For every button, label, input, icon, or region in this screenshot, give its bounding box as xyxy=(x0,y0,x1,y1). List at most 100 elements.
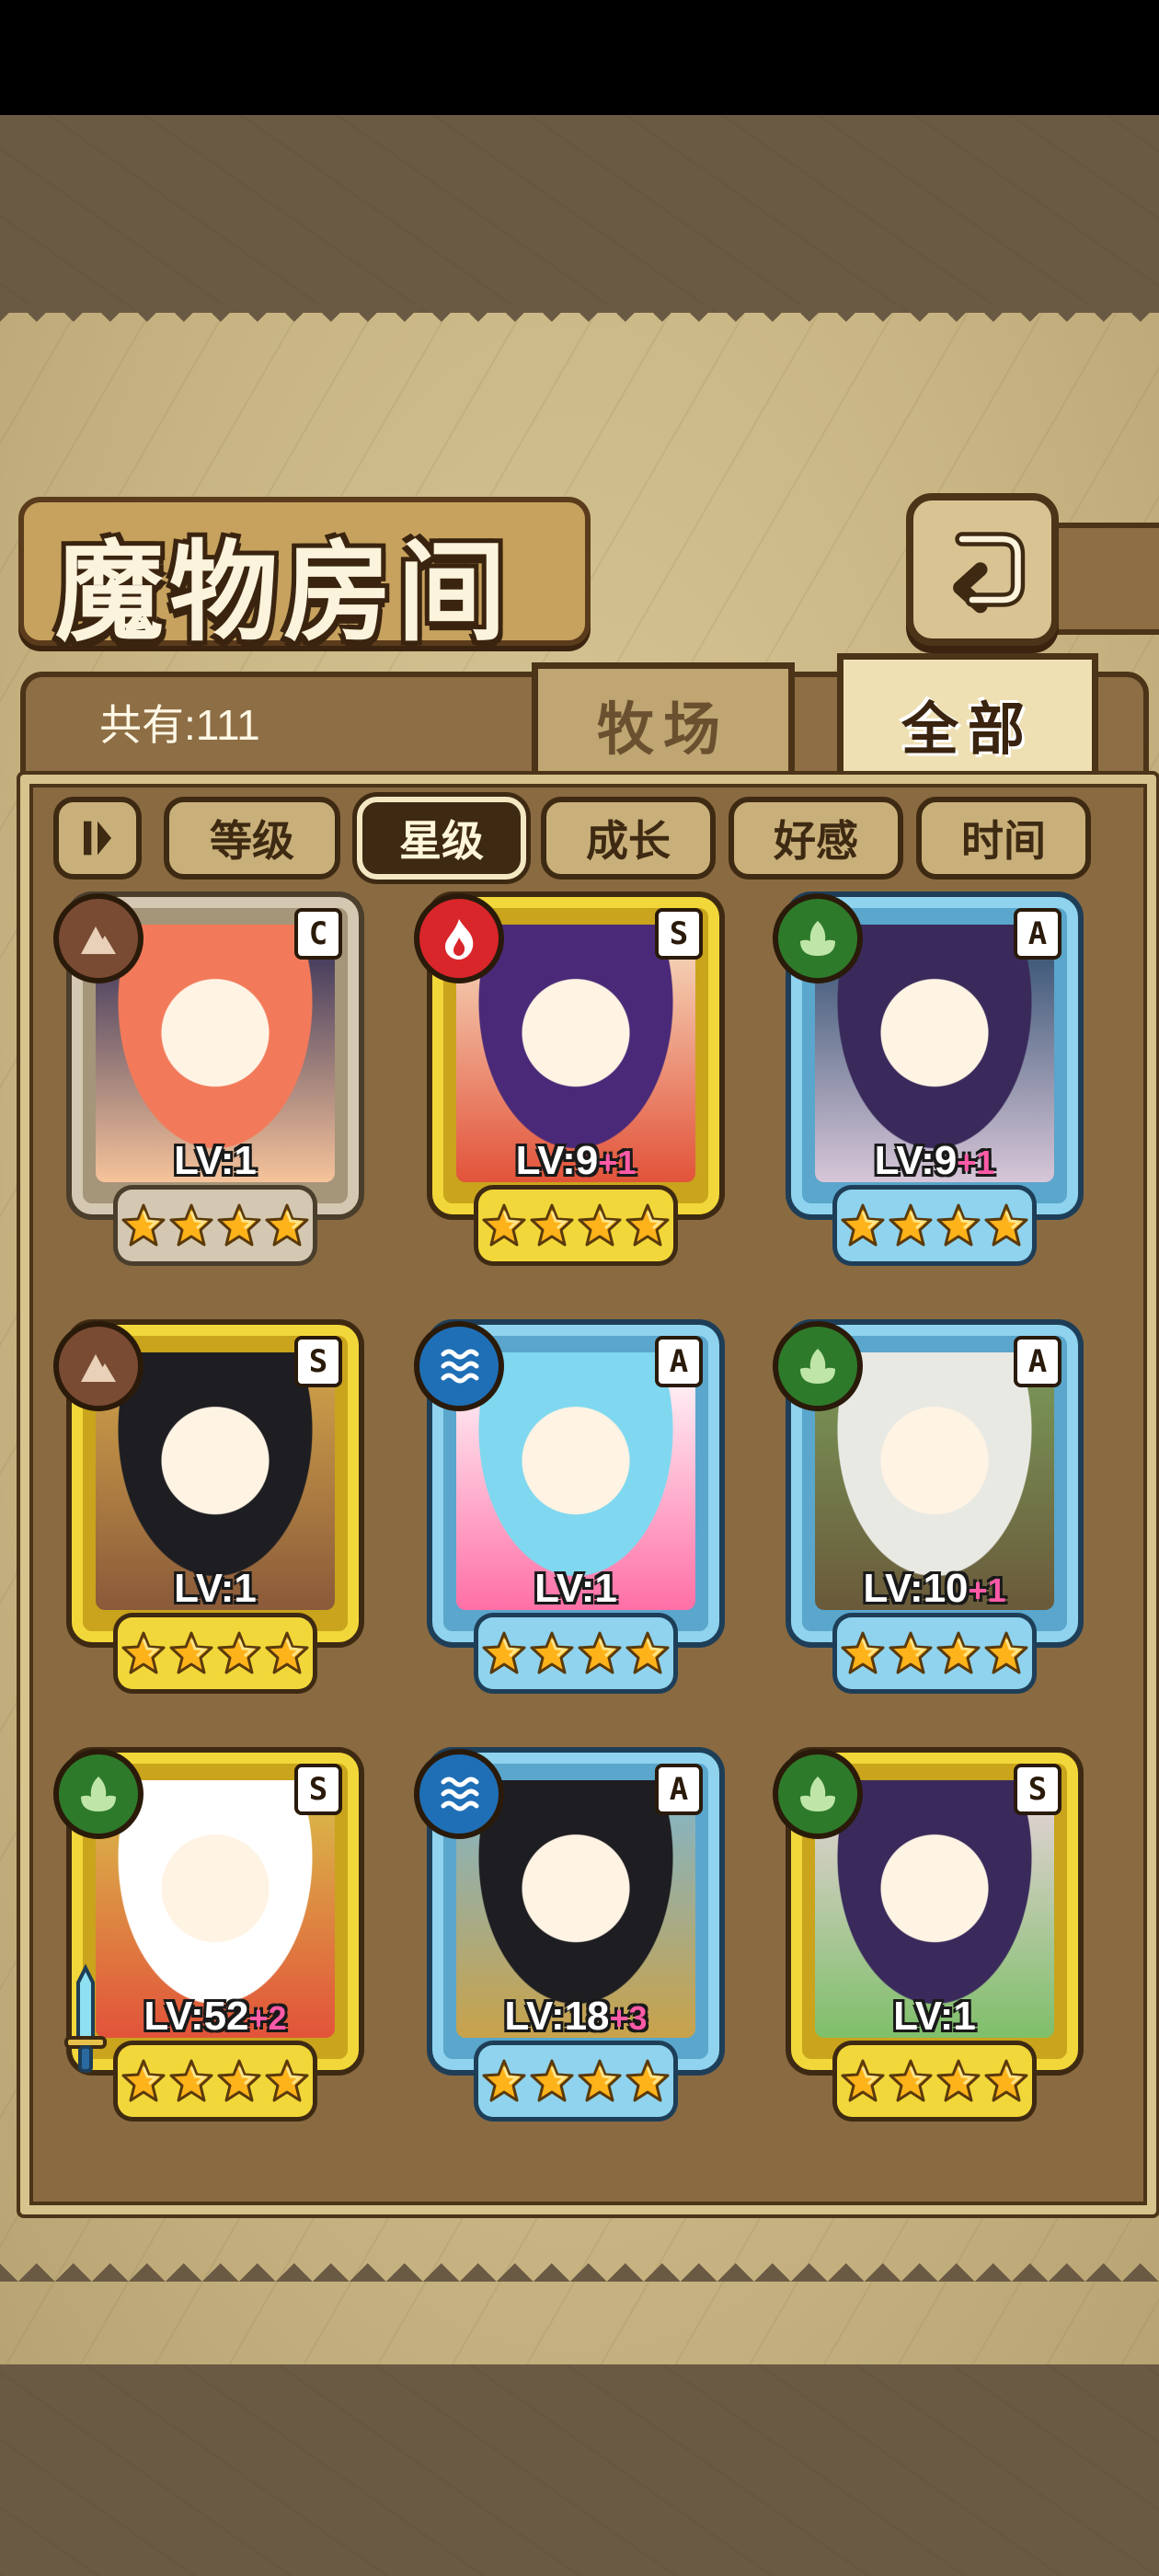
level-label: LV:1 xyxy=(96,1138,335,1184)
star-icon xyxy=(841,1631,885,1674)
star-rating xyxy=(478,1190,673,1261)
star-icon xyxy=(625,1203,670,1247)
level-label: LV:52+2 xyxy=(96,1994,335,2040)
star-rating xyxy=(837,1617,1032,1689)
sort-growth-button[interactable]: 成长 xyxy=(541,797,716,880)
star-icon xyxy=(482,2059,526,2102)
level-label: LV:9+1 xyxy=(456,1138,695,1184)
level-bonus: +2 xyxy=(248,1999,287,2037)
sort-time-button[interactable]: 时间 xyxy=(916,797,1091,880)
star-icon xyxy=(889,2059,933,2102)
star-icon xyxy=(482,1631,526,1674)
rank-badge: C xyxy=(294,908,342,960)
star-rating xyxy=(837,2045,1032,2117)
star-icon xyxy=(578,1203,622,1247)
level-value: LV:1 xyxy=(893,1994,976,2039)
tab-all-label: 全部 xyxy=(901,696,1034,763)
level-value: LV:9 xyxy=(515,1138,599,1183)
level-bonus: +1 xyxy=(957,1144,995,1181)
star-icon xyxy=(121,1631,166,1674)
star-icon xyxy=(841,2059,885,2102)
level-value: LV:1 xyxy=(174,1566,257,1611)
fire-element-icon xyxy=(414,893,504,983)
sort-order-toggle-icon xyxy=(84,821,111,856)
level-label: LV:1 xyxy=(456,1566,695,1612)
wood-element-icon xyxy=(773,1321,863,1411)
sword-icon xyxy=(64,1964,107,2073)
water-element-icon xyxy=(414,1321,504,1411)
level-value: LV:10 xyxy=(863,1566,969,1611)
monster-card[interactable]: A LV:1 xyxy=(414,1321,738,1693)
parchment-top-edge xyxy=(0,304,1159,340)
sort-level-button[interactable]: 等级 xyxy=(164,797,340,880)
level-label: LV:18+3 xyxy=(456,1994,695,2040)
level-bonus: +1 xyxy=(968,1571,1006,1609)
back-button[interactable] xyxy=(906,493,1059,646)
star-icon xyxy=(841,1203,885,1247)
rank-badge: A xyxy=(1014,1336,1061,1387)
sort-order-toggle[interactable] xyxy=(53,797,142,880)
monster-card[interactable]: S LV:52+2 xyxy=(53,1749,377,2121)
star-icon xyxy=(984,1203,1028,1247)
level-value: LV:18 xyxy=(504,1994,610,2039)
star-icon xyxy=(936,2059,981,2102)
rank-badge: A xyxy=(655,1764,703,1815)
rank-badge: S xyxy=(1014,1764,1061,1815)
rank-badge: S xyxy=(655,908,703,960)
monster-card[interactable]: A LV:9+1 xyxy=(773,893,1096,1265)
sort-stars-button[interactable]: 星级 xyxy=(357,797,526,880)
star-icon xyxy=(936,1631,981,1674)
rank-badge: S xyxy=(294,1764,342,1815)
star-icon xyxy=(169,1631,213,1674)
star-rating xyxy=(118,1617,313,1689)
star-icon xyxy=(984,1631,1028,1674)
monster-card[interactable]: A LV:18+3 xyxy=(414,1749,738,2121)
star-icon xyxy=(625,2059,670,2102)
star-icon xyxy=(889,1631,933,1674)
earth-element-icon xyxy=(53,1321,143,1411)
back-button-stripe xyxy=(1044,523,1159,635)
star-icon xyxy=(169,2059,213,2102)
level-value: LV:1 xyxy=(174,1138,257,1183)
rank-badge: A xyxy=(655,1336,703,1387)
monster-card[interactable]: A LV:10+1 xyxy=(773,1321,1096,1693)
star-icon xyxy=(217,1203,261,1247)
level-bonus: +1 xyxy=(598,1144,637,1181)
monster-card[interactable]: S LV:1 xyxy=(773,1749,1096,2121)
star-icon xyxy=(578,2059,622,2102)
page-title: 魔物房间 xyxy=(55,528,512,656)
star-icon xyxy=(217,1631,261,1674)
star-icon xyxy=(265,1203,309,1247)
level-label: LV:1 xyxy=(815,1994,1054,2040)
monster-count: 共有:111 xyxy=(99,701,260,749)
level-label: LV:9+1 xyxy=(815,1138,1054,1184)
monster-card[interactable]: S LV:1 xyxy=(53,1321,377,1693)
star-icon xyxy=(530,2059,574,2102)
monster-card[interactable]: C LV:1 xyxy=(53,893,377,1265)
star-icon xyxy=(936,1203,981,1247)
star-icon xyxy=(265,1631,309,1674)
star-rating xyxy=(837,1190,1032,1261)
wood-element-icon xyxy=(773,893,863,983)
star-icon xyxy=(578,1631,622,1674)
tab-farm-label: 牧场 xyxy=(596,696,729,763)
earth-element-icon xyxy=(53,893,143,983)
star-icon xyxy=(984,2059,1028,2102)
sort-affection-button[interactable]: 好感 xyxy=(729,797,903,880)
rank-badge: S xyxy=(294,1336,342,1387)
status-bar xyxy=(0,0,1159,115)
level-label: LV:1 xyxy=(96,1566,335,1612)
star-rating xyxy=(118,2045,313,2117)
star-icon xyxy=(121,1203,166,1247)
star-rating xyxy=(478,2045,673,2117)
tab-all[interactable]: 全部 xyxy=(837,653,1098,788)
level-value: LV:9 xyxy=(874,1138,958,1183)
star-rating xyxy=(118,1190,313,1261)
star-icon xyxy=(889,1203,933,1247)
level-value: LV:52 xyxy=(143,1994,249,2039)
monster-card[interactable]: S LV:9+1 xyxy=(414,893,738,1265)
tab-farm[interactable]: 牧场 xyxy=(532,662,795,779)
star-icon xyxy=(530,1631,574,1674)
water-element-icon xyxy=(414,1749,504,1839)
star-icon xyxy=(217,2059,261,2102)
